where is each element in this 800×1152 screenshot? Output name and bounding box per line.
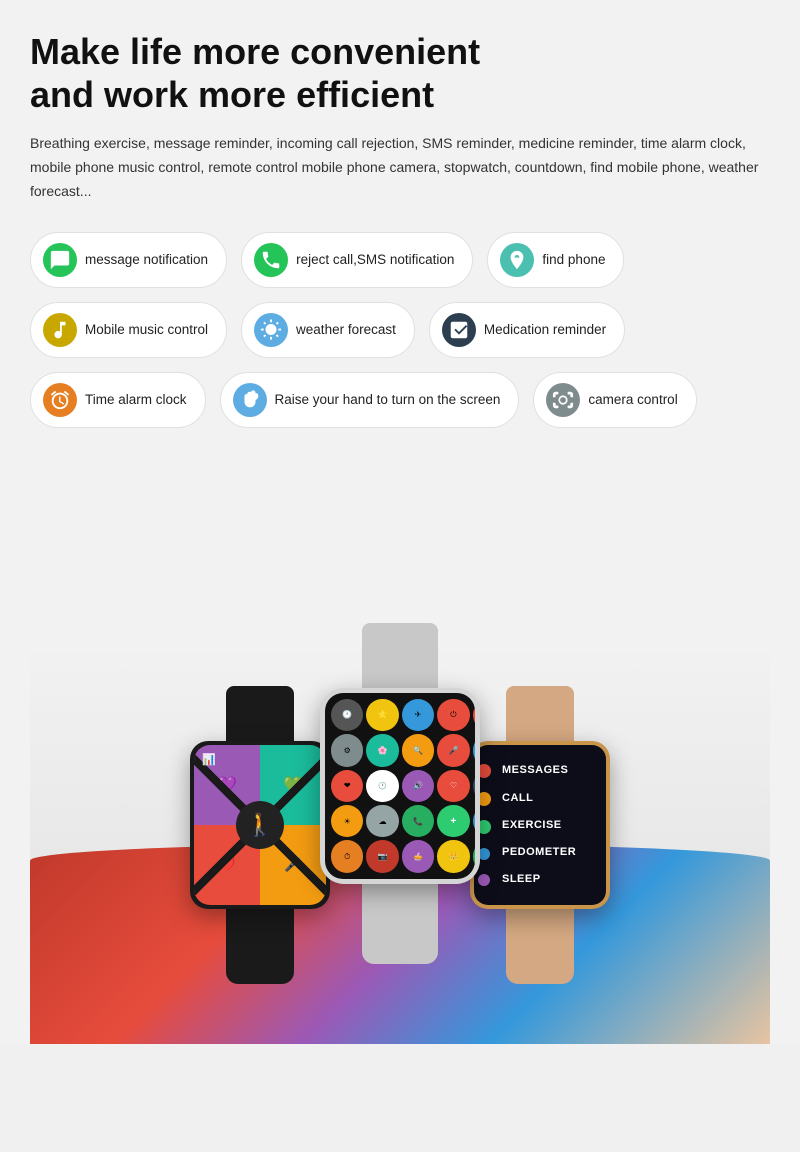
badge-label: Medication reminder: [484, 322, 606, 337]
band-top-right: [506, 686, 574, 741]
badge-reject-call: reject call,SMS notification: [241, 232, 473, 288]
app-icon: ♡: [437, 770, 469, 802]
features-row-3: Time alarm clock Raise your hand to turn…: [30, 372, 770, 428]
app-icon: ❤: [331, 770, 363, 802]
watch-body-right: MESSAGES CALL EXERCISE PEDOMETER SLEEP: [470, 741, 610, 909]
app-icon: ⚙: [331, 734, 363, 766]
watch-body-middle: 🕐 ⭐ ✈ ⏻ ● ⚙ 🌸 🔍 🎤 i ❤: [320, 688, 480, 884]
watch-screen-left: 💜 💚 ❤️ 🎤: [194, 745, 326, 905]
menu-item-call: CALL: [502, 792, 598, 804]
app-icon: ⏱: [331, 840, 363, 872]
band-bottom-right: [506, 909, 574, 984]
watch-right: MESSAGES CALL EXERCISE PEDOMETER SLEEP: [470, 686, 610, 984]
badge-label: message notification: [85, 252, 208, 267]
app-icon: ⊞: [473, 805, 475, 837]
band-bottom-left: [226, 909, 294, 984]
badge-label: weather forecast: [296, 322, 396, 337]
watches-section: 💜 💚 ❤️ 🎤: [30, 464, 770, 1044]
features-grid: message notification reject call,SMS not…: [30, 232, 770, 428]
raise-hand-icon: [233, 383, 267, 417]
menu-item-sleep: SLEEP: [502, 873, 598, 885]
watch-screen-right: MESSAGES CALL EXERCISE PEDOMETER SLEEP: [474, 745, 606, 905]
menu-item-pedometer: PEDOMETER: [502, 846, 598, 858]
app-icon: ☁: [366, 805, 398, 837]
app-icon: ⏻: [437, 699, 469, 731]
badge-find-phone: find phone: [487, 232, 624, 288]
app-icon: ●: [473, 699, 475, 731]
app-icon: 🥧: [402, 840, 434, 872]
badge-alarm-clock: Time alarm clock: [30, 372, 206, 428]
alarm-icon: [43, 383, 77, 417]
app-icon: 🕐: [366, 770, 398, 802]
page-title: Make life more convenient and work more …: [30, 30, 770, 116]
badge-music-control: Mobile music control: [30, 302, 227, 358]
center-circle: 🚶: [236, 801, 284, 849]
app-icon: 📷: [366, 840, 398, 872]
medication-icon: [442, 313, 476, 347]
menu-item-messages: MESSAGES: [502, 764, 598, 776]
header-description: Breathing exercise, message reminder, in…: [30, 132, 770, 203]
band-top-left: [226, 686, 294, 741]
badge-raise-hand: Raise your hand to turn on the screen: [220, 372, 520, 428]
band-top-middle: [362, 623, 438, 688]
band-bottom-middle: [362, 884, 438, 964]
features-row-1: message notification reject call,SMS not…: [30, 232, 770, 288]
q-icon-tl: 📊: [202, 753, 216, 766]
call-icon: [254, 243, 288, 277]
app-icon: 👑: [437, 840, 469, 872]
menu-item-exercise: EXERCISE: [502, 819, 598, 831]
badge-label: Mobile music control: [85, 322, 208, 337]
weather-icon: [254, 313, 288, 347]
badge-label: camera control: [588, 392, 677, 407]
app-icon: ✦: [473, 840, 475, 872]
app-icon: 🎤: [437, 734, 469, 766]
watch-left: 💜 💚 ❤️ 🎤: [190, 686, 330, 984]
watch-body-left: 💜 💚 ❤️ 🎤: [190, 741, 330, 909]
badge-medication-reminder: Medication reminder: [429, 302, 625, 358]
badge-camera-control: camera control: [533, 372, 696, 428]
music-icon: [43, 313, 77, 347]
app-icon: i: [473, 734, 475, 766]
features-row-2: Mobile music control weather forecast Me…: [30, 302, 770, 358]
badge-label: reject call,SMS notification: [296, 252, 454, 267]
app-icon: 🔊: [402, 770, 434, 802]
badge-label: Time alarm clock: [85, 392, 187, 407]
badge-message-notification: message notification: [30, 232, 227, 288]
app-icon: 🔍: [402, 734, 434, 766]
app-icon: ☀: [331, 805, 363, 837]
message-icon: [43, 243, 77, 277]
app-icon: 📞: [402, 805, 434, 837]
menu-list: MESSAGES CALL EXERCISE PEDOMETER SLEEP: [494, 745, 606, 905]
app-icon: 🌸: [366, 734, 398, 766]
badge-label: find phone: [542, 252, 605, 267]
app-icon: +: [437, 805, 469, 837]
app-icon: ✈: [402, 699, 434, 731]
watches-container: 💜 💚 ❤️ 🎤: [50, 623, 750, 984]
find-phone-icon: [500, 243, 534, 277]
page-wrapper: Make life more convenient and work more …: [0, 0, 800, 1044]
app-icon: 💬: [473, 770, 475, 802]
app-grid: 🕐 ⭐ ✈ ⏻ ● ⚙ 🌸 🔍 🎤 i ❤: [325, 693, 475, 879]
menu-container: MESSAGES CALL EXERCISE PEDOMETER SLEEP: [474, 745, 606, 905]
left-screen-content: 💜 💚 ❤️ 🎤: [194, 745, 326, 905]
app-icon: 🕐: [331, 699, 363, 731]
app-icon: ⭐: [366, 699, 398, 731]
watch-middle: 🕐 ⭐ ✈ ⏻ ● ⚙ 🌸 🔍 🎤 i ❤: [320, 623, 480, 964]
badge-label: Raise your hand to turn on the screen: [275, 392, 501, 407]
camera-icon: [546, 383, 580, 417]
watch-screen-middle: 🕐 ⭐ ✈ ⏻ ● ⚙ 🌸 🔍 🎤 i ❤: [325, 693, 475, 879]
badge-weather-forecast: weather forecast: [241, 302, 415, 358]
